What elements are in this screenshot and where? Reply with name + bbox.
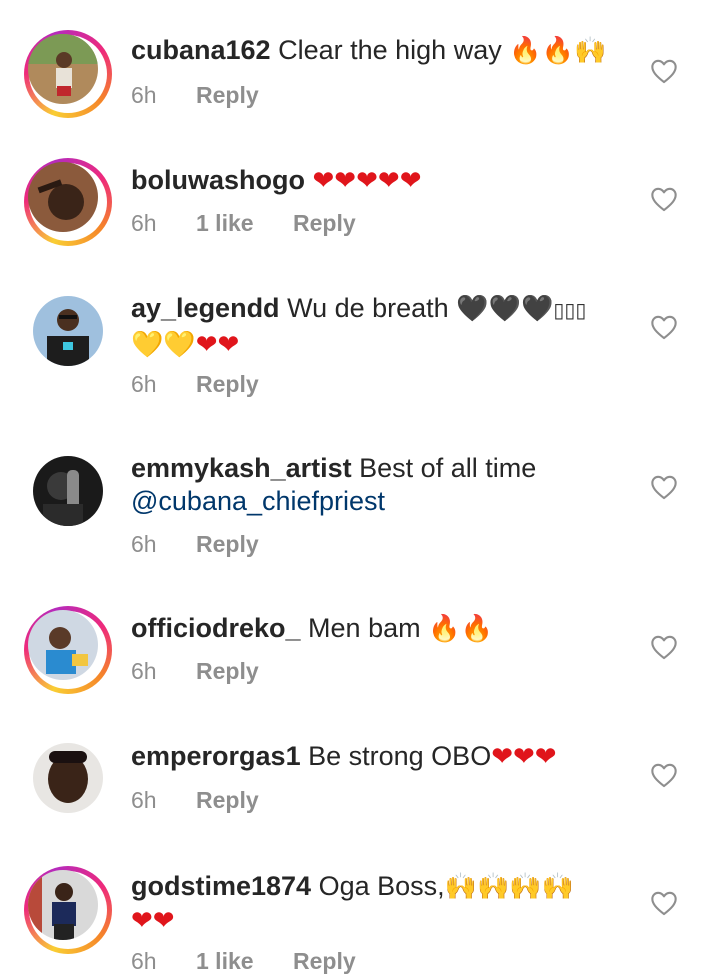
heart-emoji: ❤ (399, 166, 422, 196)
comment-time: 6h (131, 371, 157, 397)
comment-text: emperorgas1 Be strong OBO❤❤❤ (131, 740, 611, 774)
comment-time: 6h (131, 82, 157, 108)
comment-item: godstime1874 Oga Boss,🙌🙌🙌🙌 ❤❤ 6h 1 like Re… (0, 850, 720, 974)
comment-text: ay_legendd Wu de breath 🖤🖤🖤▯▯▯ 💛💛❤❤ (131, 292, 611, 362)
heart-emoji: ❤ (217, 330, 240, 360)
likes-count[interactable]: 1 like (196, 946, 293, 976)
comment-time: 6h (131, 210, 157, 236)
yellow-heart-emoji: 💛 (131, 330, 164, 360)
comment-meta: 6h Reply (131, 369, 259, 399)
comment-body: Wu de breath (287, 293, 449, 323)
heart-outline-icon[interactable] (650, 186, 678, 212)
comment-time: 6h (131, 531, 157, 557)
comment-body: Be strong OBO (308, 741, 492, 771)
heart-emoji: ❤ (534, 742, 557, 772)
comment-username[interactable]: cubana162 (131, 35, 271, 65)
heart-emoji: ❤ (377, 166, 400, 196)
raising-hands-emoji: 🙌 (477, 872, 510, 902)
heart-emoji: ❤ (356, 166, 378, 196)
raising-hands-emoji: 🙌 (509, 872, 542, 902)
comment-username[interactable]: ay_legendd (131, 293, 280, 323)
comment-item: officiodreko_ Men bam 🔥🔥 6h Reply (0, 590, 720, 720)
comment-meta: 6h 1 like Reply (131, 946, 356, 976)
yellow-heart-emoji: 💛 (163, 330, 196, 360)
comment-username[interactable]: officiodreko_ (131, 613, 301, 643)
unsupported-glyph: ▯▯▯ (553, 300, 587, 322)
avatar[interactable] (24, 287, 112, 375)
comment-body: Clear the high way (278, 35, 502, 65)
heart-emoji: ❤ (513, 742, 535, 772)
comment-text: boluwashogo ❤❤❤❤❤ (131, 164, 611, 198)
raising-hands-emoji: 🙌 (573, 36, 607, 66)
avatar[interactable] (24, 734, 112, 822)
reply-button[interactable]: Reply (196, 529, 259, 559)
black-heart-emoji: 🖤 (456, 294, 489, 324)
heart-outline-icon[interactable] (650, 58, 678, 84)
black-heart-emoji: 🖤 (520, 294, 554, 324)
reply-button[interactable]: Reply (196, 785, 259, 815)
avatar[interactable] (24, 606, 112, 694)
comment-time: 6h (131, 787, 157, 813)
comment-username[interactable]: boluwashogo (131, 165, 305, 195)
heart-outline-icon[interactable] (650, 314, 678, 340)
heart-emoji: ❤ (491, 742, 513, 772)
heart-emoji: ❤ (152, 906, 175, 936)
comment-text: cubana162 Clear the high way 🔥🔥🙌 (131, 34, 611, 68)
fire-emoji: 🔥 (541, 36, 574, 66)
heart-outline-icon[interactable] (650, 634, 678, 660)
reply-button[interactable]: Reply (293, 946, 356, 976)
heart-emoji: ❤ (312, 166, 335, 196)
comment-body: Oga Boss, (318, 871, 445, 901)
raising-hands-emoji: 🙌 (444, 872, 478, 902)
comment-body: Best of all time (359, 453, 537, 483)
comment-username[interactable]: godstime1874 (131, 871, 311, 901)
comment-text: godstime1874 Oga Boss,🙌🙌🙌🙌 ❤❤ (131, 870, 611, 938)
fire-emoji: 🔥 (460, 614, 493, 644)
comment-meta: 6h Reply (131, 80, 259, 110)
comment-text: emmykash_artist Best of all time @cubana… (131, 452, 611, 518)
reply-button[interactable]: Reply (196, 656, 259, 686)
heart-outline-icon[interactable] (650, 762, 678, 788)
comment-body: Men bam (308, 613, 421, 643)
comment-text: officiodreko_ Men bam 🔥🔥 (131, 612, 611, 646)
comment-item: emmykash_artist Best of all time @cubana… (0, 430, 720, 590)
mention-link[interactable]: @cubana_chiefpriest (131, 486, 385, 516)
comment-item: ay_legendd Wu de breath 🖤🖤🖤▯▯▯ 💛💛❤❤ 6h Re… (0, 270, 720, 430)
comment-time: 6h (131, 658, 157, 684)
comment-time: 6h (131, 948, 157, 974)
black-heart-emoji: 🖤 (488, 294, 521, 324)
comment-meta: 6h Reply (131, 529, 259, 559)
reply-button[interactable]: Reply (196, 80, 259, 110)
avatar[interactable] (24, 866, 112, 954)
avatar[interactable] (24, 158, 112, 246)
likes-count[interactable]: 1 like (196, 208, 293, 238)
heart-outline-icon[interactable] (650, 890, 678, 916)
fire-emoji: 🔥 (509, 36, 542, 66)
avatar[interactable] (24, 447, 112, 535)
heart-emoji: ❤ (195, 330, 218, 360)
raising-hands-emoji: 🙌 (541, 872, 575, 902)
avatar[interactable] (24, 30, 112, 118)
comment-username[interactable]: emmykash_artist (131, 453, 352, 483)
reply-button[interactable]: Reply (196, 369, 259, 399)
heart-outline-icon[interactable] (650, 474, 678, 500)
comment-meta: 6h Reply (131, 785, 259, 815)
comment-item: boluwashogo ❤❤❤❤❤ 6h 1 like Reply (0, 130, 720, 270)
heart-emoji: ❤ (334, 166, 357, 196)
comment-username[interactable]: emperorgas1 (131, 741, 301, 771)
comment-item: cubana162 Clear the high way 🔥🔥🙌 6h Reply (0, 0, 720, 130)
comment-meta: 6h Reply (131, 656, 259, 686)
reply-button[interactable]: Reply (293, 208, 356, 238)
comment-item: emperorgas1 Be strong OBO❤❤❤ 6h Reply (0, 720, 720, 850)
fire-emoji: 🔥 (428, 614, 461, 644)
comment-meta: 6h 1 like Reply (131, 208, 356, 238)
heart-emoji: ❤ (131, 906, 153, 936)
